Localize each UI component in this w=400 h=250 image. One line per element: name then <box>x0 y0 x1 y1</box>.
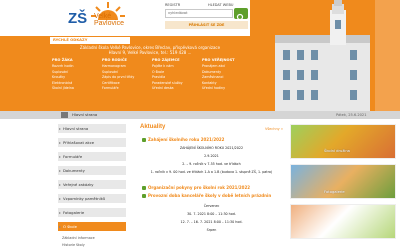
news-text: 2.9.2021 <box>204 154 219 158</box>
sidebar: Hlavní strana Přihlašovat akce Formuláře… <box>58 124 126 250</box>
logo[interactable]: ZŠ Velké Pavlovice <box>62 2 142 32</box>
nav-column-parents: PRO RODIČE Harmonogram Suplování Zápis d… <box>102 58 152 92</box>
news-text: 2. – 9. ročník v 7.55 hod. ve třídách <box>182 162 241 166</box>
nav-link[interactable]: Školní jídelna <box>52 86 102 92</box>
news-text: Srpen <box>206 228 217 232</box>
photo-kids[interactable] <box>290 204 396 239</box>
sidebar-item-events[interactable]: Přihlašovat akce <box>58 138 126 148</box>
sidebar-item-home[interactable]: Hlavní strana <box>58 124 126 134</box>
quick-nav: PRO ŽÁKA Rozvrh hodin Suplování Kroužky … <box>50 58 250 104</box>
nav-column-interested: PRO ZÁJEMCE Pojďte k nám O škole Pravidl… <box>152 58 202 92</box>
news-text: ZAHÁJENÍ ŠKOLNÍHO ROKU 2021/2022 <box>179 146 244 150</box>
news-item-2[interactable]: Organizační pokyny pro školní rok 2021/2… <box>140 184 283 192</box>
quick-links-label[interactable]: RYCHLÉ ODKAZY <box>50 37 130 44</box>
sidebar-item-documents[interactable]: Dokumenty <box>58 166 126 176</box>
school-building-image <box>250 0 400 111</box>
news-more-link[interactable]: Všechny » <box>265 127 283 131</box>
register-label: REGISTR <box>165 3 181 7</box>
news-item-1[interactable]: Zahájení školního roku 2021/2022 <box>140 136 283 144</box>
sidebar-item-memories[interactable]: Vzpomínky pamětníků <box>58 194 126 204</box>
news-text: 1. ročník v 9. 00 hod. ve třídách 1.A a … <box>150 170 273 174</box>
news-item-3[interactable]: Provozní doba kanceláře školy v době let… <box>140 192 283 200</box>
nav-column-public: PRO VEŘEJNOST Pronájem akcí Dokumenty Za… <box>202 58 252 92</box>
nav-link[interactable]: Úřední deska <box>152 86 202 92</box>
logo-subtitle: Velké Pavlovice <box>94 13 124 27</box>
sidebar-item-gallery[interactable]: Fotogalerie <box>58 208 126 218</box>
nav-column-student: PRO ŽÁKA Rozvrh hodin Suplování Kroužky … <box>52 58 102 92</box>
date-text: Pátek, 25.6.2021 <box>336 113 367 117</box>
login-button[interactable]: PŘIHLÁSIT SE ZDE <box>165 21 248 29</box>
sidebar-item-about-school[interactable]: O škole <box>58 222 126 232</box>
school-banner: Základní škola Velké Pavlovice, okres Bř… <box>79 45 221 55</box>
news-text: Červenec <box>203 204 220 208</box>
page: ZŠ Velké Pavlovice REGISTR HLEDAT WEBU vy… <box>0 0 400 250</box>
sidebar-subitem[interactable]: Základní informace <box>62 236 95 240</box>
search-button[interactable] <box>234 8 248 22</box>
sidebar-item-tenders[interactable]: Veřejné zakázky <box>58 180 126 190</box>
news-title: Aktuality <box>140 124 166 130</box>
nav-link[interactable]: Úřední hodiny <box>202 86 252 92</box>
search-label: HLEDAT WEBU <box>208 3 234 7</box>
search-input[interactable]: vyhledávat <box>165 9 233 18</box>
nav-link[interactable]: Formuláře <box>102 86 152 92</box>
breadcrumb[interactable]: Hlavní strana <box>72 112 97 118</box>
logo-text: ZŠ <box>68 10 88 27</box>
sidebar-item-forms[interactable]: Formuláře <box>58 152 126 162</box>
news-text: 30. 7. 2021 8:00 – 11:30 hod. <box>187 212 236 216</box>
photo-caption: Školní družina <box>324 149 350 153</box>
sidebar-subitem[interactable]: Historie školy <box>62 243 85 247</box>
gallery-column: Školní družina Fotogalerie <box>286 124 400 250</box>
home-icon[interactable] <box>61 112 68 118</box>
news-text: 12. 7. – 16. 7. 2021 8:00 – 11:30 hod. <box>180 220 243 224</box>
photo-caption: Fotogalerie <box>324 190 345 194</box>
photo-school-club[interactable] <box>290 124 396 159</box>
news-section: Aktuality Všechny » Zahájení školního ro… <box>140 124 283 250</box>
